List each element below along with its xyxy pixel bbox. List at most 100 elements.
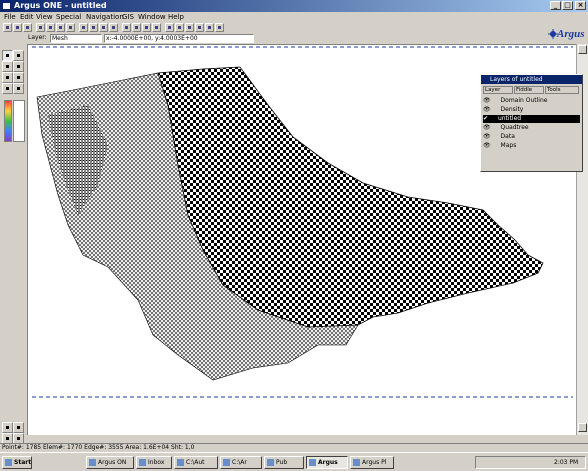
check-icon[interactable]: ✔ [483, 115, 488, 122]
legend-box [13, 100, 25, 142]
folder-icon [223, 459, 230, 466]
eye-icon[interactable]: 👁 [483, 106, 491, 113]
eye-icon[interactable]: 👁 [483, 124, 491, 131]
paste-icon[interactable] [66, 23, 75, 32]
help-icon[interactable] [215, 23, 224, 32]
menu-gis[interactable]: GIS [122, 13, 134, 21]
task-label: Inbox [148, 459, 165, 466]
menu-bar: File Edit View Special Navigation GIS Wi… [0, 12, 588, 22]
pencil-icon[interactable] [2, 61, 13, 72]
redo-icon[interactable] [89, 23, 98, 32]
zoom-out-icon[interactable] [109, 23, 118, 32]
task-label: C:\Ar [232, 459, 247, 466]
grid-icon[interactable] [122, 23, 131, 32]
menu-view[interactable]: View [36, 13, 53, 21]
close-button[interactable]: × [575, 1, 586, 10]
color-icon[interactable] [152, 23, 161, 32]
windows-icon [5, 459, 12, 466]
layers-palette: Layers of untitled Layer Fiddle Tools 👁 … [480, 74, 583, 172]
eye-icon[interactable]: 👁 [483, 142, 491, 149]
argus-logo: Argus [545, 22, 588, 44]
menu-edit[interactable]: Edit [20, 13, 34, 21]
task-button-active[interactable]: Argus [306, 456, 348, 469]
coordinate-readout: x:-4.0000E+00, y:4.0003E+00 [104, 34, 254, 43]
app-icon [353, 459, 360, 466]
arrow-icon[interactable] [2, 50, 13, 61]
standard-toolbar [0, 22, 545, 33]
eye-icon[interactable] [2, 422, 13, 433]
document-icon [267, 459, 274, 466]
eye-icon[interactable]: 👁 [483, 133, 491, 140]
layer-row[interactable]: 👁 Domain Outline [483, 97, 580, 105]
task-button[interactable]: Argus ON [86, 456, 134, 469]
layer-row[interactable]: 👁 Data [483, 133, 580, 141]
minimize-button[interactable]: _ [550, 1, 561, 10]
polygon-icon[interactable] [2, 83, 13, 94]
undo-icon[interactable] [79, 23, 88, 32]
copy-icon[interactable] [56, 23, 65, 32]
zoom-in-icon[interactable] [99, 23, 108, 32]
task-label: Argus [318, 459, 338, 466]
scroll-down-icon[interactable] [578, 423, 587, 432]
menu-help[interactable]: Help [168, 13, 184, 21]
task-label: C:\Aut [186, 459, 205, 466]
layer-label: Layer: [28, 34, 47, 41]
layer-down-icon[interactable] [175, 23, 184, 32]
app-icon [309, 459, 316, 466]
open-icon[interactable] [13, 23, 22, 32]
print-icon[interactable] [36, 23, 45, 32]
contour-icon[interactable] [142, 23, 151, 32]
menu-file[interactable]: File [4, 13, 16, 21]
menu-navigation[interactable]: Navigation [86, 13, 124, 21]
app-icon[interactable] [2, 2, 11, 10]
maximize-button[interactable]: □ [562, 1, 573, 10]
tab-layer[interactable]: Layer [483, 86, 513, 94]
window-title: Argus ONE - untitled [14, 1, 107, 10]
clock: 2:03 PM [554, 459, 579, 466]
eye-icon[interactable]: 👁 [483, 97, 491, 104]
status-text: Point#: 1785 Elem#: 1770 Edge#: 3555 Are… [2, 444, 195, 451]
tab-fiddle[interactable]: Fiddle [514, 86, 544, 94]
layer-icon[interactable] [13, 422, 24, 433]
task-button[interactable]: Pub [264, 456, 304, 469]
line-icon[interactable] [13, 83, 24, 94]
new-icon[interactable] [3, 23, 12, 32]
start-button[interactable]: Start [2, 456, 32, 469]
info-icon[interactable] [185, 23, 194, 32]
tool-palette [0, 44, 26, 444]
layer-name: untitled [497, 115, 522, 122]
layer-name: Domain Outline [500, 97, 548, 104]
task-button[interactable]: Argus Pl [350, 456, 394, 469]
app-icon [89, 459, 96, 466]
folder-icon [177, 459, 184, 466]
mail-icon [139, 459, 146, 466]
task-label: Argus ON [98, 459, 127, 466]
cut-icon[interactable] [46, 23, 55, 32]
menu-special[interactable]: Special [56, 13, 81, 21]
status-bar: Point#: 1785 Elem#: 1770 Edge#: 3555 Are… [0, 443, 588, 452]
mesh-icon[interactable] [132, 23, 141, 32]
layer-row[interactable]: 👁 Quadtree [483, 124, 580, 132]
layer-select[interactable]: Mesh [50, 34, 102, 43]
element-icon[interactable] [2, 72, 13, 83]
layer-toolbar: Layer: Mesh x:-4.0000E+00, y:4.0003E+00 [0, 33, 545, 44]
edit-icon[interactable] [13, 72, 24, 83]
task-button[interactable]: Inbox [136, 456, 172, 469]
save-icon[interactable] [23, 23, 32, 32]
scroll-up-icon[interactable] [578, 45, 587, 54]
zoom-icon[interactable] [13, 50, 24, 61]
layer-row[interactable]: 👁 Density [483, 106, 580, 114]
layer-up-icon[interactable] [165, 23, 174, 32]
tab-tools[interactable]: Tools [545, 86, 579, 94]
layer-row[interactable]: 👁 Maps [483, 142, 580, 150]
refresh-icon[interactable] [205, 23, 214, 32]
layer-name: Density [500, 106, 524, 113]
layers-palette-title[interactable]: Layers of untitled [481, 75, 582, 84]
task-button[interactable]: C:\Aut [174, 456, 218, 469]
layer-row-selected[interactable]: ✔ untitled [483, 115, 580, 123]
layer-name: Quadtree [500, 124, 529, 131]
settings-icon[interactable] [195, 23, 204, 32]
menu-window[interactable]: Window [138, 13, 166, 21]
task-button[interactable]: C:\Ar [220, 456, 262, 469]
node-icon[interactable] [13, 61, 24, 72]
